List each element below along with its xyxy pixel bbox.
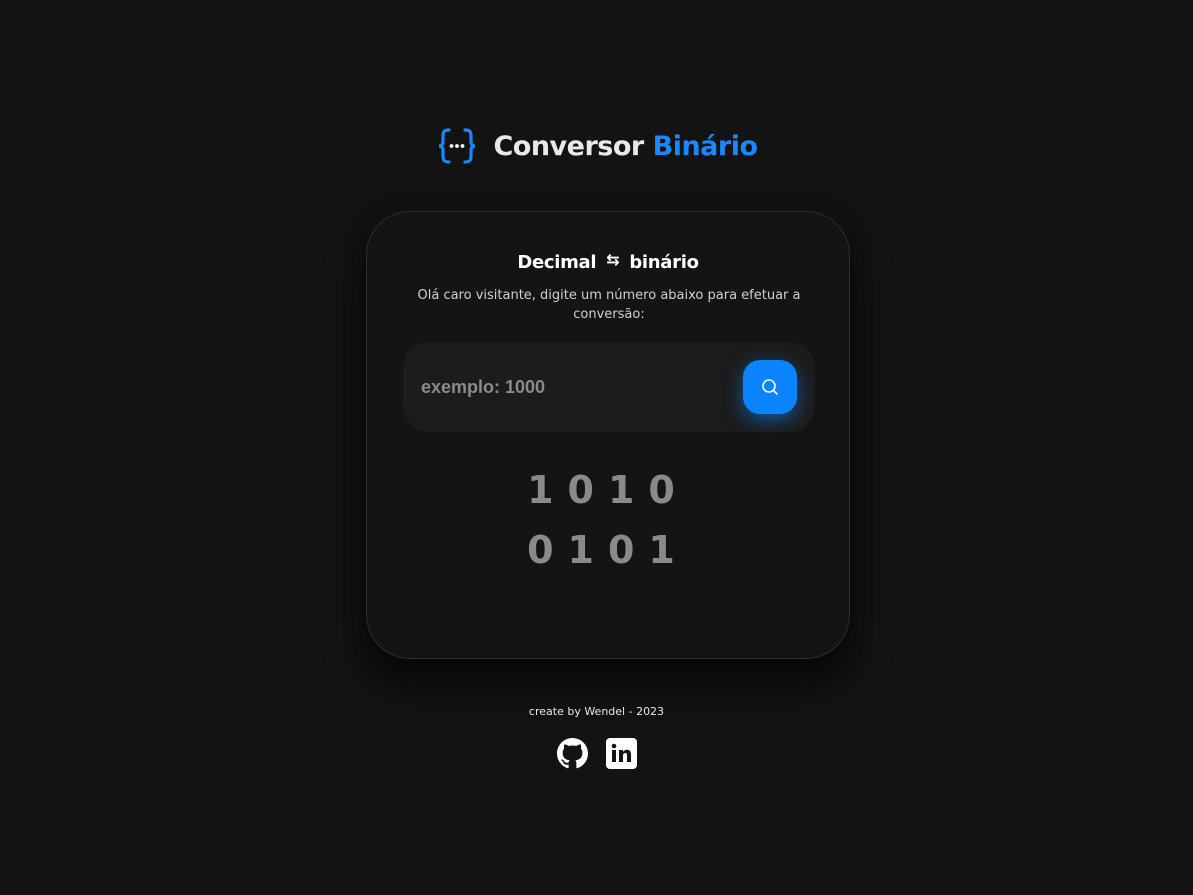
footer-credit: create by Wendel - 2023 [528,705,665,718]
github-link[interactable] [556,738,588,769]
linkedin-icon [605,738,637,769]
card-title-left: Decimal [517,252,597,273]
binary-result-row-1: 1010 [527,468,689,512]
app-title-accent: Binário [652,130,758,162]
binary-result-row-2: 0101 [527,528,689,572]
card-title: Decimal ⇆ binário [367,250,849,273]
search-button[interactable] [743,360,797,414]
search-icon [761,378,779,396]
swap-arrows-icon: ⇆ [606,250,620,269]
social-links [0,738,1193,769]
app-title: Conversor Binário [493,130,758,162]
github-icon [556,738,588,769]
converter-card: Decimal ⇆ binário Olá caro visitante, di… [366,211,850,659]
code-braces-icon [435,124,479,168]
page: Conversor Binário Decimal ⇆ binário Olá … [0,0,1193,895]
card-title-right: binário [629,252,699,273]
number-input[interactable] [411,362,751,412]
app-header: Conversor Binário [0,124,1193,168]
linkedin-link[interactable] [605,738,637,769]
app-title-main: Conversor [493,130,644,162]
card-description: Olá caro visitante, digite um número aba… [417,288,801,322]
search-box [403,342,815,432]
